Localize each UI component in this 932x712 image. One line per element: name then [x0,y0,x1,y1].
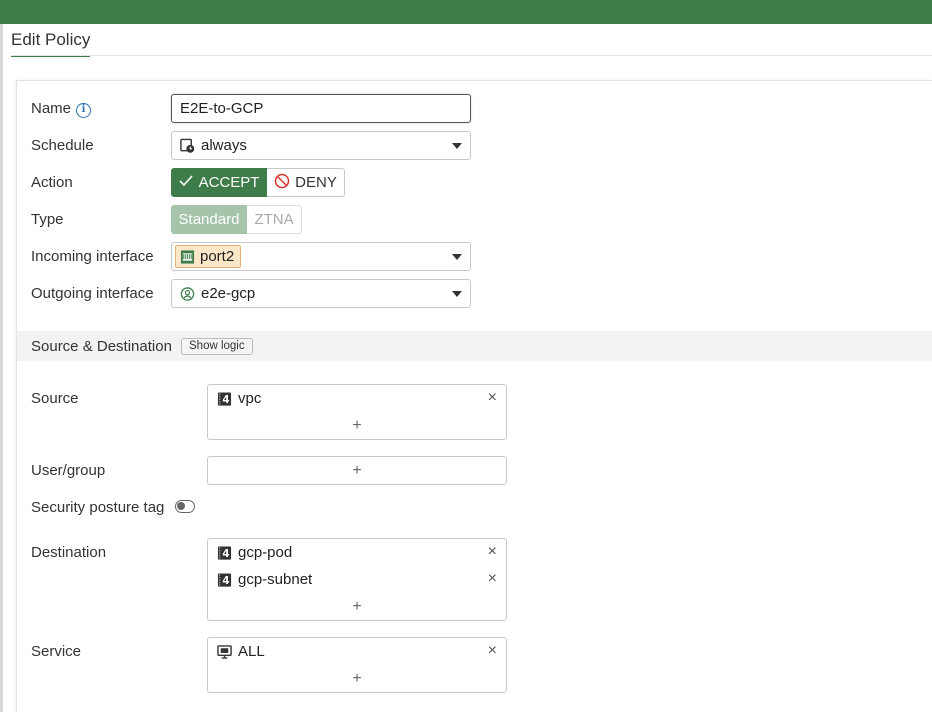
add-destination-button[interactable]: + [208,593,506,620]
source-item-label: vpc [238,390,262,407]
source-label: Source [31,390,79,407]
chevron-down-icon [452,291,462,297]
schedule-value: always [201,137,247,154]
add-source-button[interactable]: + [208,412,506,439]
port-chip: port2 [175,245,242,268]
incoming-interface-value: port2 [200,248,235,265]
destination-item-label: gcp-pod [238,544,293,561]
accept-label: ACCEPT [198,174,260,191]
security-posture-label: Security posture tag [31,499,165,516]
top-banner [0,0,932,24]
outgoing-interface-select[interactable]: e2e-gcp [171,279,471,308]
show-logic-button[interactable]: Show logic [181,338,253,355]
title-divider [11,55,932,56]
check-icon [179,174,193,191]
left-edge-divider [0,24,3,712]
chevron-down-icon [452,254,462,260]
name-label-row: Name i [31,100,92,118]
toggle-knob [177,502,185,510]
schedule-select[interactable]: always [171,131,471,160]
type-ztna-button[interactable]: ZTNA [247,205,302,234]
schedule-label: Schedule [31,137,94,154]
address-icon: 4 [217,391,232,406]
schedule-clock-icon [180,138,195,153]
svg-text:4: 4 [222,575,229,587]
service-field[interactable]: ALL × + [207,637,507,693]
name-input[interactable]: E2E-to-GCP [171,94,471,123]
tunnel-icon [180,286,195,301]
svg-text:4: 4 [222,548,229,560]
type-label: Type [31,211,64,228]
outgoing-interface-value: e2e-gcp [201,285,256,302]
deny-label: DENY [295,174,337,191]
close-icon[interactable]: × [488,543,497,561]
address-icon: 4 [217,572,232,587]
service-item-label: ALL [238,643,265,660]
page-title: Edit Policy [11,30,91,57]
chevron-down-icon [452,143,462,149]
source-field[interactable]: 4 vpc × + [207,384,507,440]
type-standard-button[interactable]: Standard [171,205,247,234]
destination-field[interactable]: 4 gcp-pod × 4 gcp-subnet × + [207,538,507,621]
user-group-field[interactable]: + [207,456,507,485]
user-group-label: User/group [31,462,106,479]
close-icon[interactable]: × [488,570,497,588]
name-label: Name [31,100,72,117]
list-item[interactable]: 4 gcp-subnet × [208,566,506,593]
add-user-group-button[interactable]: + [208,457,506,484]
svg-text:4: 4 [222,394,229,406]
security-posture-toggle[interactable] [175,500,195,513]
deny-icon [274,173,290,193]
incoming-interface-label: Incoming interface [31,248,154,265]
section-title: Source & Destination [31,338,172,355]
address-icon: 4 [217,545,232,560]
accept-button[interactable]: ACCEPT [171,168,267,197]
destination-label: Destination [31,544,107,561]
ethernet-port-icon [180,249,195,264]
incoming-interface-select[interactable]: port2 [171,242,471,271]
action-label: Action [31,174,73,191]
service-label: Service [31,643,82,660]
list-item[interactable]: 4 gcp-pod × [208,539,506,566]
outgoing-interface-label: Outgoing interface [31,285,154,302]
add-service-button[interactable]: + [208,665,506,692]
close-icon[interactable]: × [488,389,497,407]
service-icon [217,644,232,659]
list-item[interactable]: 4 vpc × [208,385,506,412]
deny-button[interactable]: DENY [267,168,345,197]
close-icon[interactable]: × [488,642,497,660]
name-input-value: E2E-to-GCP [180,100,264,117]
list-item[interactable]: ALL × [208,638,506,665]
destination-item-label: gcp-subnet [238,571,313,588]
info-icon[interactable]: i [76,103,92,118]
